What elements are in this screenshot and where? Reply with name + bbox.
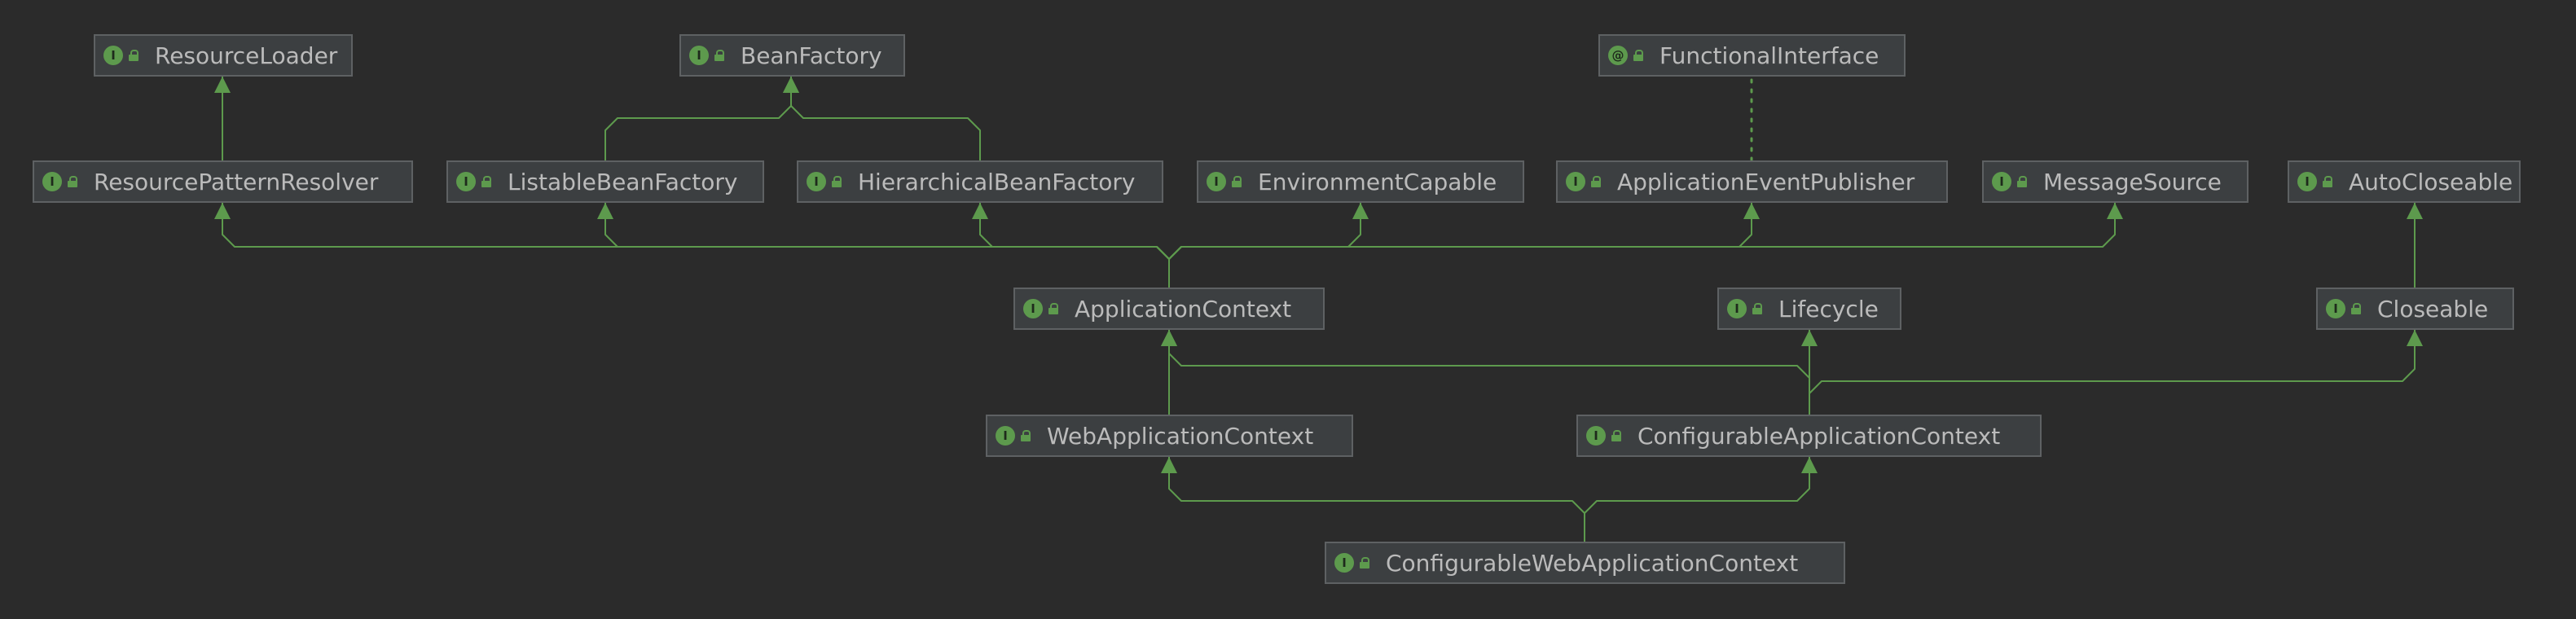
interface-icon: I — [996, 426, 1015, 446]
arrowhead-resource-pattern-resolver-to-resource-loader — [214, 77, 231, 93]
arrowhead-closeable-to-auto-closeable — [2407, 203, 2423, 219]
node-auto-closeable[interactable]: I AutoCloseable — [2288, 160, 2521, 203]
lock-icon — [1752, 303, 1762, 314]
arrowhead-configurable-web-application-context-to-web-application-context — [1161, 457, 1177, 473]
arrowhead-application-context-to-resource-pattern-resolver — [214, 203, 231, 219]
lock-icon — [1048, 303, 1058, 314]
uml-diagram-canvas: I ResourceLoader I BeanFactory @ FunctionalIn… — [0, 0, 2576, 619]
lock-icon — [2323, 176, 2332, 187]
arrowhead-application-context-to-environment-capable — [1352, 203, 1369, 219]
edge-hierarchical-bean-factory-to-bean-factory — [790, 77, 981, 160]
interface-icon: I — [2326, 299, 2345, 318]
node-label: Closeable — [2377, 295, 2489, 323]
lock-icon — [129, 50, 138, 61]
edge-application-context-to-listable-bean-factory — [604, 203, 1170, 288]
arrowhead-hierarchical-bean-factory-to-bean-factory — [783, 77, 799, 93]
node-label: ResourceLoader — [155, 42, 338, 69]
edge-application-context-to-resource-pattern-resolver — [222, 203, 1170, 288]
edge-configurable-web-application-context-to-configurable-application-context — [1584, 457, 1810, 542]
arrowhead-configurable-web-application-context-to-configurable-application-context — [1801, 457, 1818, 473]
node-message-source[interactable]: I MessageSource — [1982, 160, 2249, 203]
interface-icon: I — [1334, 553, 1354, 573]
lock-icon — [68, 176, 77, 187]
arrowhead-configurable-application-context-to-application-context — [1161, 330, 1177, 346]
node-environment-capable[interactable]: I EnvironmentCapable — [1197, 160, 1524, 203]
node-resource-pattern-resolver[interactable]: I ResourcePatternResolver — [33, 160, 413, 203]
node-label: BeanFactory — [741, 42, 882, 69]
edge-application-context-to-environment-capable — [1168, 203, 1361, 288]
lock-icon — [832, 176, 842, 187]
node-label: ApplicationContext — [1075, 295, 1292, 323]
node-label: Lifecycle — [1778, 295, 1879, 323]
arrowhead-application-context-to-listable-bean-factory — [597, 203, 613, 219]
node-label: ResourcePatternResolver — [94, 168, 379, 195]
interface-icon: I — [1023, 299, 1043, 318]
node-resource-loader[interactable]: I ResourceLoader — [94, 34, 353, 77]
lock-icon — [1232, 176, 1242, 187]
lock-icon — [1633, 50, 1643, 61]
node-web-application-context[interactable]: I WebApplicationContext — [986, 415, 1353, 457]
arrowhead-configurable-application-context-to-lifecycle — [1801, 330, 1818, 346]
node-label: ConfigurableWebApplicationContext — [1386, 549, 1799, 577]
lock-icon — [1611, 430, 1621, 441]
lock-icon — [1021, 430, 1031, 441]
arrowhead-application-context-to-application-event-publisher — [1743, 203, 1760, 219]
interface-icon: I — [42, 172, 62, 191]
lock-icon — [2017, 176, 2027, 187]
node-functional-interface[interactable]: @ FunctionalInterface — [1598, 34, 1906, 77]
interface-icon: I — [456, 172, 476, 191]
node-label: WebApplicationContext — [1047, 422, 1314, 450]
node-hierarchical-bean-factory[interactable]: I HierarchicalBeanFactory — [797, 160, 1163, 203]
interface-icon: I — [1992, 172, 2011, 191]
interface-icon: I — [2297, 172, 2317, 191]
node-lifecycle[interactable]: I Lifecycle — [1717, 288, 1901, 330]
interface-icon: I — [1207, 172, 1226, 191]
node-configurable-application-context[interactable]: I ConfigurableApplicationContext — [1576, 415, 2042, 457]
interface-icon: I — [1727, 299, 1747, 318]
lock-icon — [481, 176, 491, 187]
node-label: HierarchicalBeanFactory — [858, 168, 1136, 195]
node-application-event-publisher[interactable]: I ApplicationEventPublisher — [1556, 160, 1948, 203]
lock-icon — [1591, 176, 1601, 187]
arrowhead-application-context-to-hierarchical-bean-factory — [972, 203, 988, 219]
edge-listable-bean-factory-to-bean-factory — [604, 77, 792, 160]
node-label: ApplicationEventPublisher — [1617, 168, 1915, 195]
node-label: ListableBeanFactory — [508, 168, 738, 195]
node-label: ConfigurableApplicationContext — [1637, 422, 2001, 450]
annotation-icon: @ — [1608, 46, 1628, 65]
lock-icon — [714, 50, 724, 61]
arrowhead-configurable-application-context-to-closeable — [2407, 330, 2423, 346]
node-label: FunctionalInterface — [1659, 42, 1879, 69]
lock-icon — [2351, 303, 2361, 314]
interface-icon: I — [807, 172, 826, 191]
edge-configurable-application-context-to-application-context — [1168, 330, 1810, 415]
interface-icon: I — [1586, 426, 1606, 446]
node-configurable-web-application-context[interactable]: I ConfigurableWebApplicationContext — [1325, 542, 1845, 584]
node-application-context[interactable]: I ApplicationContext — [1013, 288, 1325, 330]
edge-configurable-web-application-context-to-web-application-context — [1168, 457, 1585, 542]
arrowhead-application-context-to-message-source — [2107, 203, 2123, 219]
node-closeable[interactable]: I Closeable — [2316, 288, 2514, 330]
edge-configurable-application-context-to-closeable — [1809, 330, 2416, 415]
node-label: MessageSource — [2043, 168, 2222, 195]
node-label: AutoCloseable — [2349, 168, 2513, 195]
interface-icon: I — [103, 46, 123, 65]
node-label: EnvironmentCapable — [1258, 168, 1497, 195]
lock-icon — [1360, 557, 1369, 569]
edge-application-context-to-hierarchical-bean-factory — [979, 203, 1170, 288]
interface-icon: I — [1566, 172, 1585, 191]
interface-icon: I — [689, 46, 709, 65]
node-listable-bean-factory[interactable]: I ListableBeanFactory — [446, 160, 764, 203]
edge-application-context-to-message-source — [1168, 203, 2116, 288]
node-bean-factory[interactable]: I BeanFactory — [679, 34, 905, 77]
edge-application-context-to-application-event-publisher — [1168, 203, 1752, 288]
